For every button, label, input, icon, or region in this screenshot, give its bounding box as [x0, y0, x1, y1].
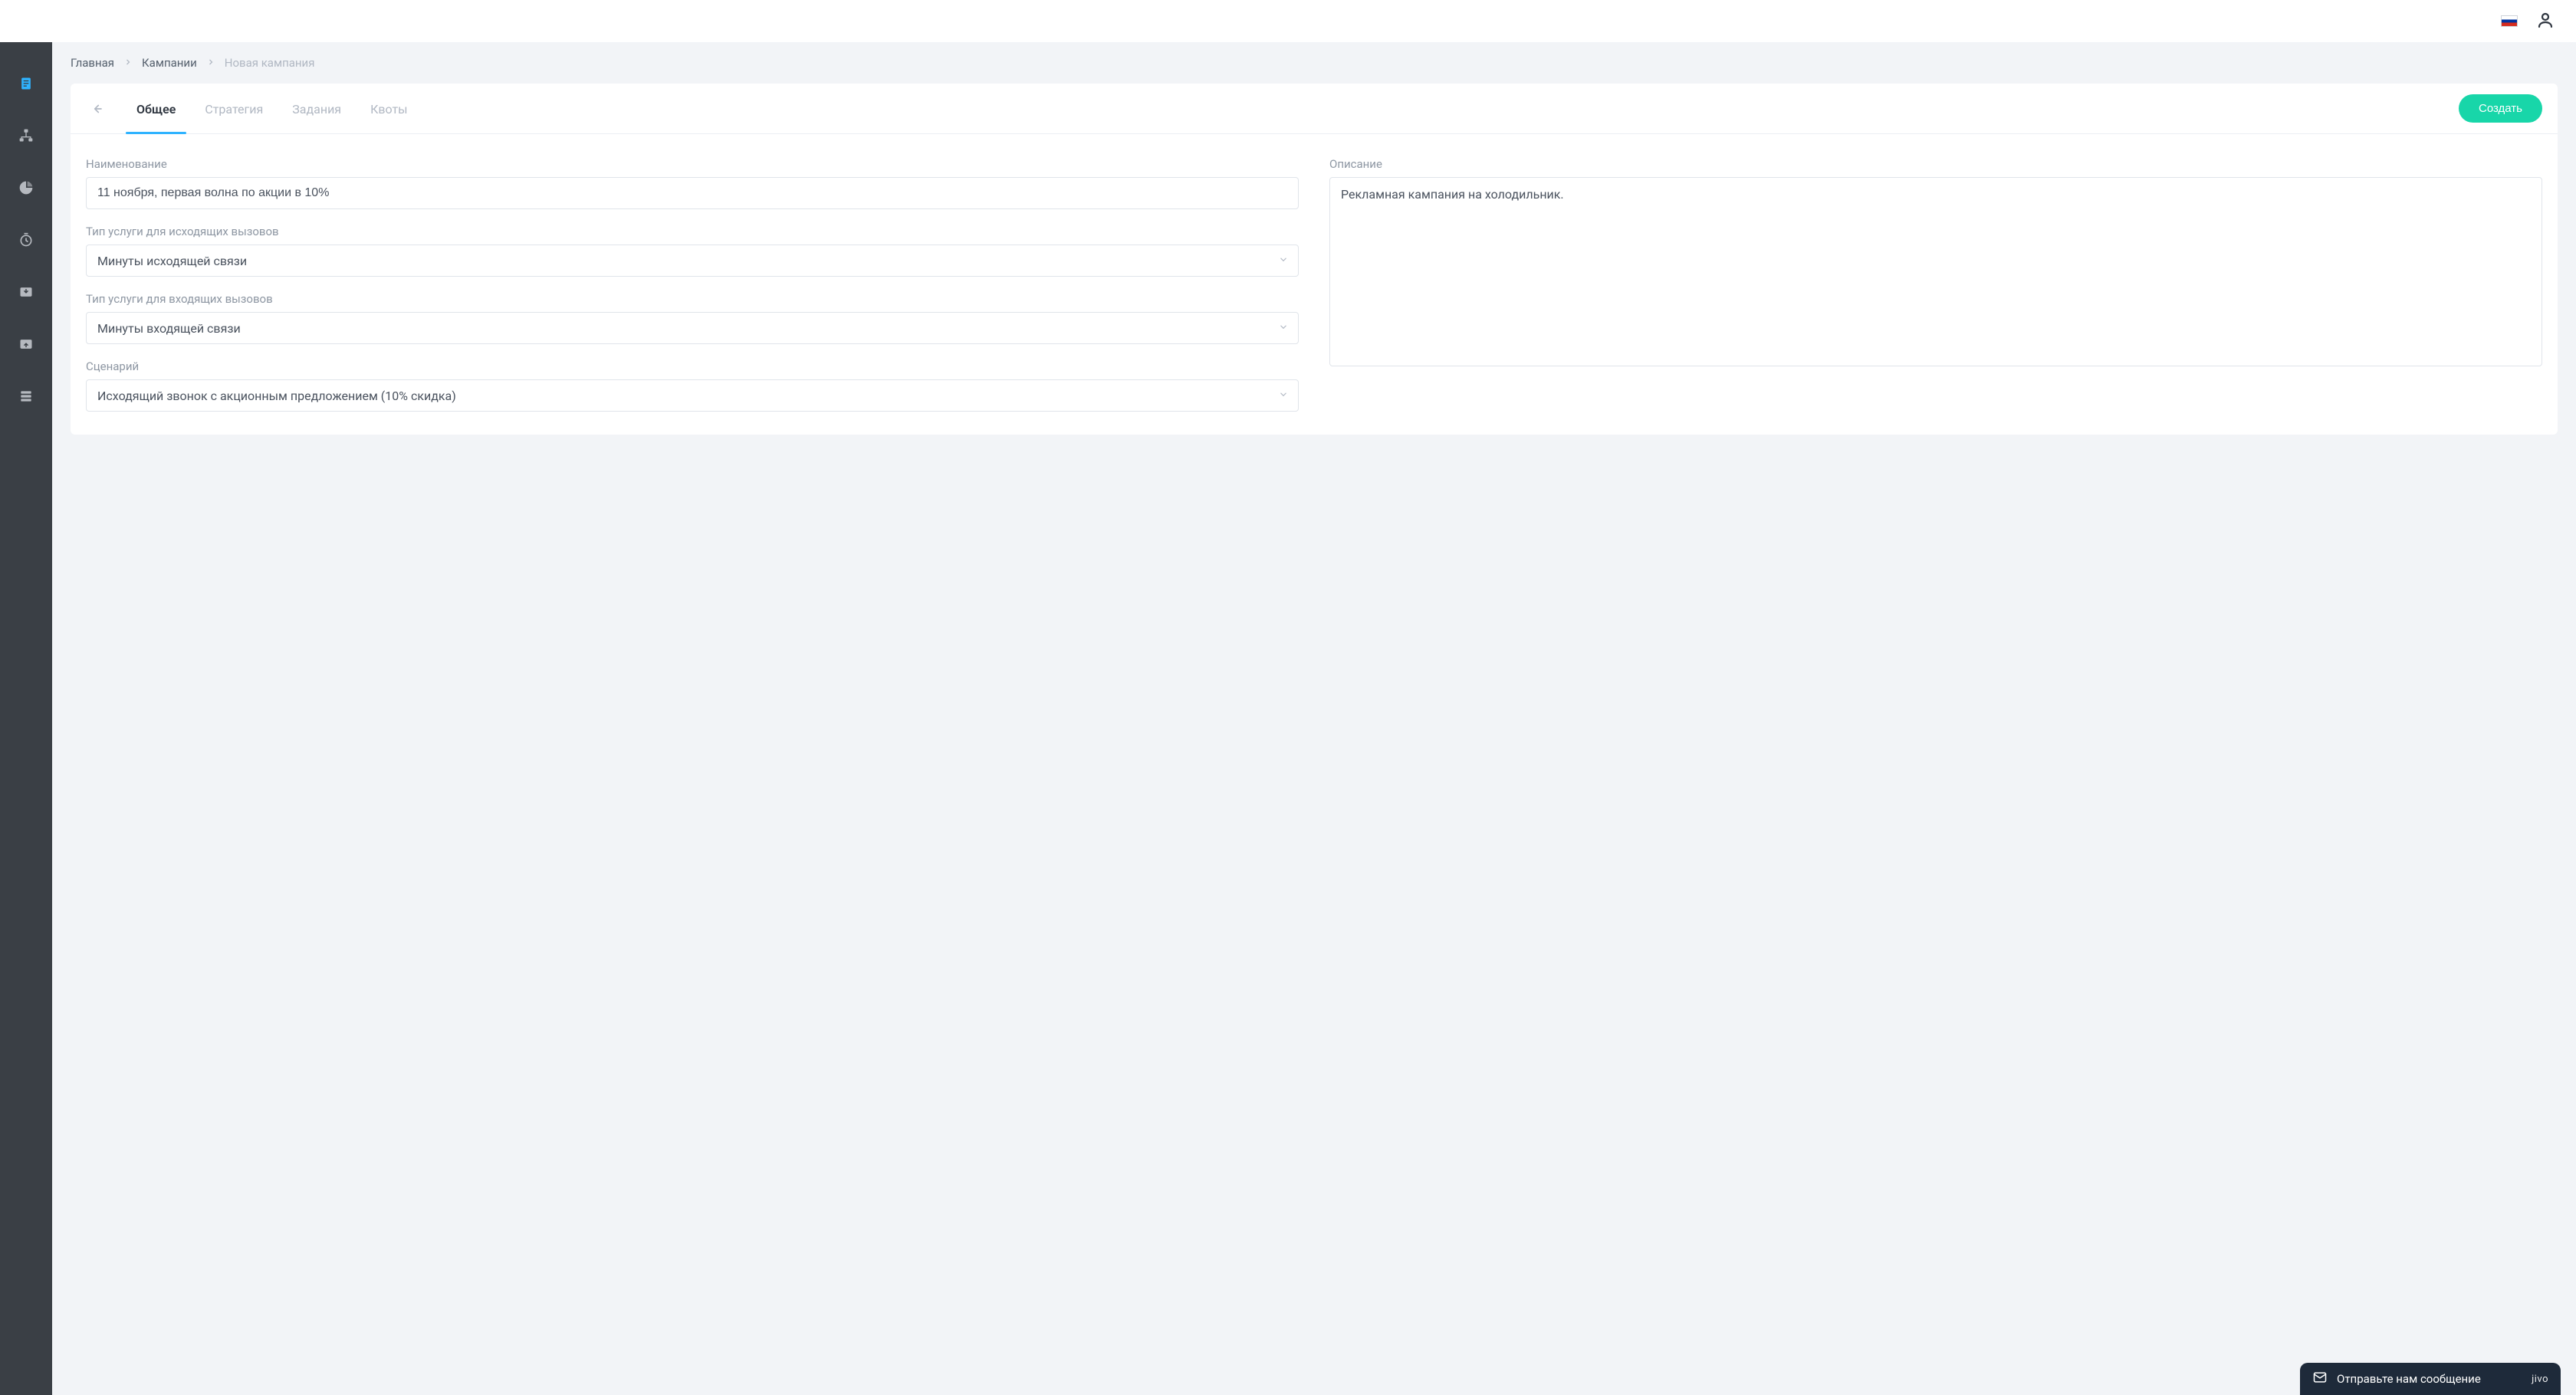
chat-brand: jivo — [2532, 1374, 2548, 1385]
sidebar-item-document[interactable] — [15, 73, 37, 94]
outgoing-service-value: Минуты исходящей связи — [97, 254, 247, 268]
chevron-down-icon — [1278, 321, 1289, 336]
field-incoming-service: Тип услуги для входящих вызовов Минуты в… — [86, 292, 1299, 344]
outgoing-service-select[interactable]: Минуты исходящей связи — [86, 245, 1299, 277]
label-incoming-service: Тип услуги для входящих вызовов — [86, 292, 1299, 306]
tabs-row: Общее Стратегия Задания Квоты Создать — [71, 84, 2558, 134]
field-outgoing-service: Тип услуги для исходящих вызовов Минуты … — [86, 225, 1299, 277]
field-name: Наименование — [86, 157, 1299, 209]
form-left-column: Наименование Тип услуги для исходящих вы… — [86, 157, 1299, 412]
create-button[interactable]: Создать — [2459, 94, 2542, 123]
breadcrumb: Главная Кампании Новая кампания — [71, 56, 2558, 70]
label-description: Описание — [1329, 157, 2542, 171]
form-right-column: Описание — [1329, 157, 2542, 412]
description-textarea[interactable] — [1329, 177, 2542, 366]
name-input[interactable] — [86, 177, 1299, 209]
tab-quotas[interactable]: Квоты — [366, 84, 412, 133]
chevron-down-icon — [1278, 389, 1289, 403]
breadcrumb-current: Новая кампания — [225, 56, 315, 70]
main-content: Главная Кампании Новая кампания Общее Ст… — [52, 42, 2576, 1395]
sidebar — [0, 42, 52, 1395]
back-arrow-icon[interactable] — [86, 98, 107, 120]
incoming-service-select[interactable]: Минуты входящей связи — [86, 312, 1299, 344]
tab-tasks[interactable]: Задания — [288, 84, 346, 133]
breadcrumb-campaigns[interactable]: Кампании — [142, 56, 197, 70]
sidebar-item-timer[interactable] — [15, 229, 37, 251]
breadcrumb-home[interactable]: Главная — [71, 56, 114, 70]
incoming-service-value: Минуты входящей связи — [97, 321, 241, 336]
chevron-down-icon — [1278, 254, 1289, 268]
form: Наименование Тип услуги для исходящих вы… — [71, 134, 2558, 412]
field-scenario: Сценарий Исходящий звонок с акционным пр… — [86, 359, 1299, 412]
chevron-right-icon — [123, 56, 133, 70]
language-flag-icon[interactable] — [2501, 15, 2518, 27]
chat-prompt: Отправьте нам сообщение — [2337, 1372, 2481, 1386]
sidebar-item-pie-chart[interactable] — [15, 177, 37, 199]
label-name: Наименование — [86, 157, 1299, 171]
card: Общее Стратегия Задания Квоты Создать На… — [71, 84, 2558, 435]
sidebar-item-server[interactable] — [15, 386, 37, 407]
tab-general[interactable]: Общее — [132, 84, 180, 133]
label-outgoing-service: Тип услуги для исходящих вызовов — [86, 225, 1299, 238]
mail-icon — [2312, 1370, 2328, 1388]
chat-widget[interactable]: Отправьте нам сообщение jivo — [2300, 1363, 2561, 1395]
chevron-right-icon — [206, 56, 215, 70]
tab-strategy[interactable]: Стратегия — [200, 84, 268, 133]
topbar — [0, 0, 2576, 42]
sidebar-item-inbox-down[interactable] — [15, 281, 37, 303]
scenario-select[interactable]: Исходящий звонок с акционным предложение… — [86, 379, 1299, 412]
scenario-value: Исходящий звонок с акционным предложение… — [97, 389, 456, 403]
sidebar-item-inbox-up[interactable] — [15, 333, 37, 355]
field-description: Описание — [1329, 157, 2542, 366]
sidebar-item-org-chart[interactable] — [15, 125, 37, 146]
label-scenario: Сценарий — [86, 359, 1299, 373]
user-icon[interactable] — [2536, 11, 2555, 32]
